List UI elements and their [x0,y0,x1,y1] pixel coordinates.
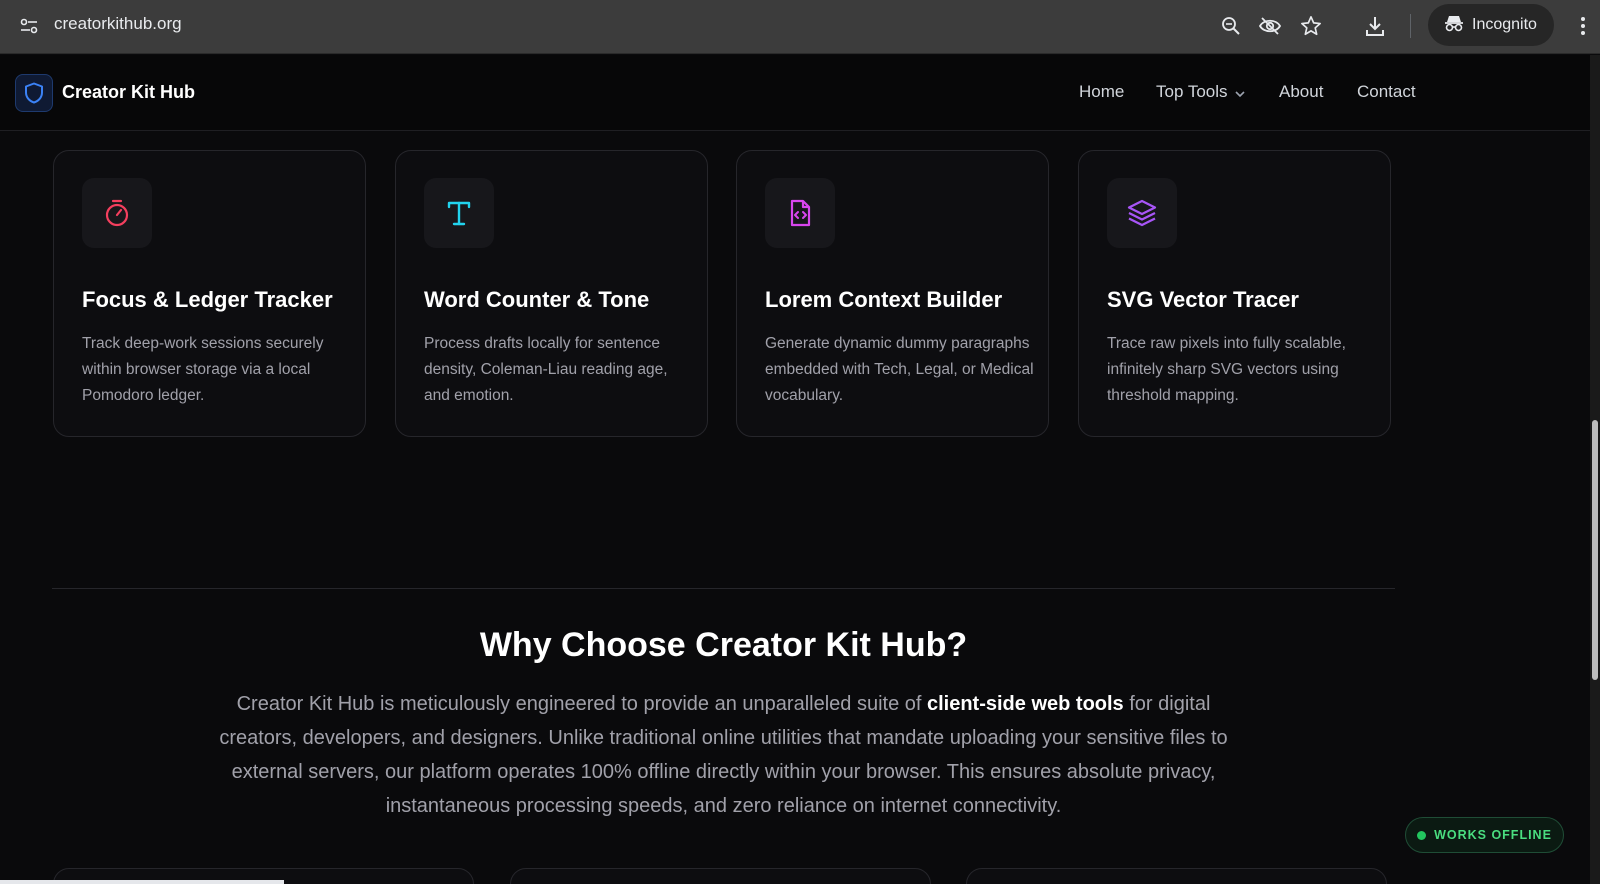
download-icon[interactable] [1362,13,1388,39]
section-divider [52,588,1395,589]
site-info-icon[interactable] [18,15,40,37]
feature-card [510,868,931,884]
tool-description: Generate dynamic dummy paragraphs embedd… [765,335,1034,404]
incognito-label: Incognito [1472,16,1537,33]
star-icon[interactable] [1298,13,1324,39]
tool-description: Process drafts locally for sentence dens… [424,335,668,404]
site-header: Creator Kit Hub Home Top Tools About Con… [0,55,1590,131]
tool-card-focus-ledger[interactable]: Focus & Ledger Tracker Track deep-work s… [53,150,366,437]
type-icon [424,178,494,248]
shield-icon[interactable] [15,74,53,112]
nav-top-tools-label: Top Tools [1156,82,1228,101]
tool-title: SVG Vector Tracer [1107,287,1299,312]
browser-toolbar: creatorkithub.org Incognito [0,0,1600,54]
nav-home[interactable]: Home [1079,82,1124,102]
toolbar-separator [1410,14,1411,38]
layers-icon [1107,178,1177,248]
tool-description: Trace raw pixels into fully scalable, in… [1107,335,1346,404]
status-dot-icon [1417,830,1427,840]
timer-icon [82,178,152,248]
brand-name[interactable]: Creator Kit Hub [62,82,195,103]
why-description: Creator Kit Hub is meticulously engineer… [200,687,1247,823]
tool-title: Focus & Ledger Tracker [82,287,333,312]
tool-title: Lorem Context Builder [765,287,1003,312]
file-code-icon [765,178,835,248]
works-offline-label: WORKS OFFLINE [1434,828,1552,842]
why-heading: Why Choose Creator Kit Hub? [479,626,968,664]
zoom-icon[interactable] [1218,13,1244,39]
address-bar[interactable]: creatorkithub.org [54,14,182,34]
nav-top-tools[interactable]: Top Tools [1156,82,1246,103]
incognito-button[interactable]: Incognito [1428,4,1554,46]
nav-contact[interactable]: Contact [1357,82,1416,102]
chevron-down-icon [1234,83,1246,103]
feature-card [966,868,1387,884]
more-icon[interactable] [1574,12,1592,40]
scrollbar-thumb[interactable] [1592,420,1598,680]
why-text-bold: client-side web tools [926,693,1124,715]
tool-card-lorem-builder[interactable]: Lorem Context Builder Generate dynamic d… [736,150,1049,437]
why-text-start: Creator Kit Hub is meticulously engineer… [236,693,927,715]
tool-card-word-counter[interactable]: Word Counter & Tone Process drafts local… [395,150,708,437]
progress-indicator [0,880,284,884]
tool-card-svg-tracer[interactable]: SVG Vector Tracer Trace raw pixels into … [1078,150,1391,437]
nav-about[interactable]: About [1279,82,1323,102]
tool-title: Word Counter & Tone [424,287,650,312]
eye-off-icon[interactable] [1257,13,1283,39]
works-offline-badge: WORKS OFFLINE [1405,817,1564,853]
tool-description: Track deep-work sessions securely within… [82,335,324,404]
incognito-icon [1444,14,1464,37]
